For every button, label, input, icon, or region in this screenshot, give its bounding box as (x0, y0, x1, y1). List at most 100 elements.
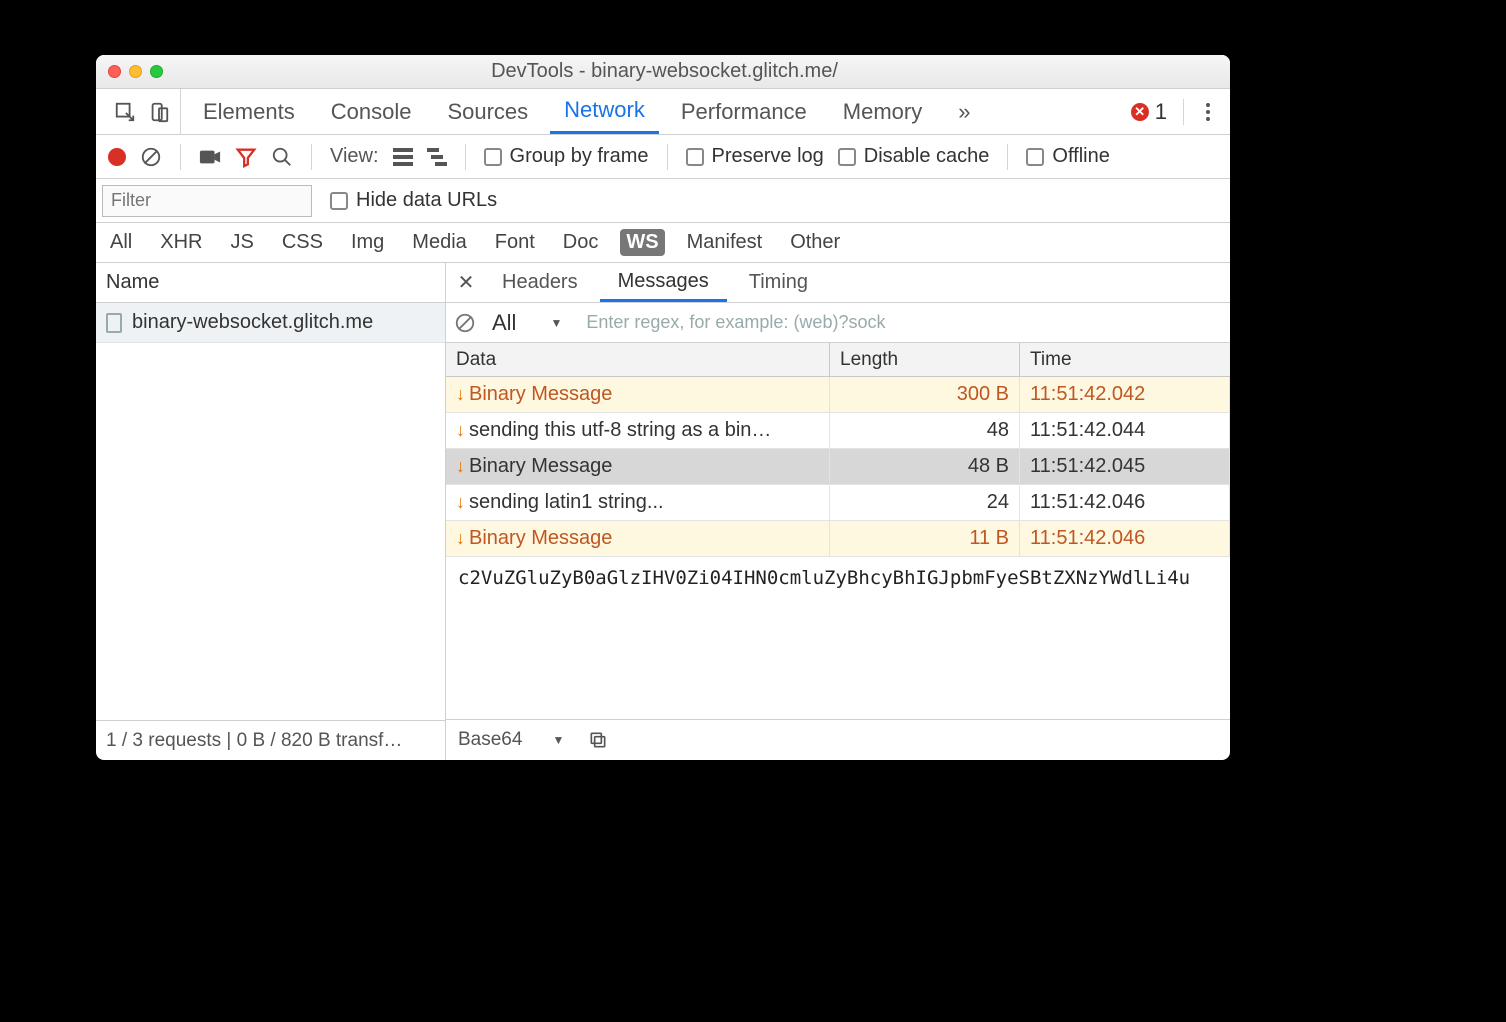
message-type-select[interactable]: All ▼ (484, 310, 570, 336)
hide-data-urls-checkbox[interactable]: Hide data URLs (330, 189, 497, 212)
window-controls (108, 65, 163, 78)
network-toolbar: View: Group by frame Preserve log Disabl… (96, 135, 1230, 179)
settings-menu-icon[interactable] (1198, 97, 1218, 127)
error-count-value: 1 (1155, 99, 1167, 125)
camera-icon[interactable] (199, 148, 221, 166)
group-by-frame-checkbox[interactable]: Group by frame (484, 145, 649, 168)
message-time: 11:51:42.044 (1020, 413, 1230, 448)
message-row[interactable]: ↓sending this utf-8 string as a bin… 4811… (446, 413, 1230, 449)
type-filter-font[interactable]: Font (489, 229, 541, 256)
col-header-length[interactable]: Length (830, 343, 1020, 376)
encoding-bar: Base64 ▼ (446, 720, 1230, 760)
arrow-down-icon: ↓ (456, 492, 465, 513)
message-length: 48 (830, 413, 1020, 448)
message-length: 11 B (830, 521, 1020, 556)
waterfall-icon[interactable] (427, 148, 447, 166)
tab-memory[interactable]: Memory (829, 89, 936, 134)
name-column-header[interactable]: Name (96, 263, 445, 303)
detail-pane: ✕ Headers Messages Timing All ▼ Data Len… (446, 263, 1230, 760)
type-filter-manifest[interactable]: Manifest (681, 229, 769, 256)
message-time: 11:51:42.046 (1020, 485, 1230, 520)
message-length: 48 B (830, 449, 1020, 484)
message-payload[interactable]: c2VuZGluZyB0aGlzIHV0Zi04IHN0cmluZyBhcyBh… (446, 557, 1230, 720)
subtab-headers[interactable]: Headers (484, 263, 596, 302)
devtools-window: DevTools - binary-websocket.glitch.me/ E… (96, 55, 1230, 760)
message-text: sending latin1 string... (469, 491, 664, 514)
main-tabs-bar: Elements Console Sources Network Perform… (96, 89, 1230, 135)
tab-sources[interactable]: Sources (433, 89, 542, 134)
subtab-messages[interactable]: Messages (600, 263, 727, 302)
disable-cache-checkbox[interactable]: Disable cache (838, 145, 990, 168)
window-title: DevTools - binary-websocket.glitch.me/ (163, 60, 1166, 83)
inspect-icon[interactable] (114, 101, 136, 123)
error-icon: ✕ (1131, 103, 1149, 121)
offline-checkbox[interactable]: Offline (1026, 145, 1109, 168)
type-filter-img[interactable]: Img (345, 229, 390, 256)
message-time: 11:51:42.042 (1020, 377, 1230, 412)
tab-network[interactable]: Network (550, 89, 659, 134)
arrow-down-icon: ↓ (456, 528, 465, 549)
filter-icon[interactable] (235, 146, 257, 168)
type-filter-js[interactable]: JS (224, 229, 259, 256)
close-detail-button[interactable]: ✕ (452, 270, 480, 295)
subtab-timing[interactable]: Timing (731, 263, 826, 302)
request-row[interactable]: binary-websocket.glitch.me (96, 303, 445, 343)
type-filter-ws[interactable]: WS (620, 229, 664, 256)
titlebar: DevTools - binary-websocket.glitch.me/ (96, 55, 1230, 89)
message-length: 300 B (830, 377, 1020, 412)
message-row[interactable]: ↓Binary Message 300 B11:51:42.042 (446, 377, 1230, 413)
requests-sidebar: Name binary-websocket.glitch.me 1 / 3 re… (96, 263, 446, 760)
clear-icon[interactable] (140, 146, 162, 168)
type-filter-bar: All XHR JS CSS Img Media Font Doc WS Man… (96, 223, 1230, 263)
error-count[interactable]: ✕ 1 (1123, 99, 1175, 125)
zoom-window-button[interactable] (150, 65, 163, 78)
message-time: 11:51:42.046 (1020, 521, 1230, 556)
close-window-button[interactable] (108, 65, 121, 78)
type-filter-doc[interactable]: Doc (557, 229, 605, 256)
search-icon[interactable] (271, 146, 293, 168)
view-label: View: (330, 145, 379, 168)
large-rows-icon[interactable] (393, 148, 413, 166)
message-row[interactable]: ↓sending latin1 string... 2411:51:42.046 (446, 485, 1230, 521)
type-filter-other[interactable]: Other (784, 229, 846, 256)
tabs-overflow[interactable]: » (944, 89, 984, 134)
filter-bar: Hide data URLs (96, 179, 1230, 223)
detail-subtabs: ✕ Headers Messages Timing (446, 263, 1230, 303)
message-time: 11:51:42.045 (1020, 449, 1230, 484)
request-name: binary-websocket.glitch.me (132, 311, 373, 334)
message-text: Binary Message (469, 455, 612, 478)
tab-console[interactable]: Console (317, 89, 426, 134)
type-filter-css[interactable]: CSS (276, 229, 329, 256)
device-toggle-icon[interactable] (148, 101, 170, 123)
col-header-time[interactable]: Time (1020, 343, 1230, 376)
chevron-down-icon: ▼ (550, 316, 562, 330)
clear-messages-icon[interactable] (454, 312, 476, 334)
col-header-data[interactable]: Data (446, 343, 830, 376)
arrow-down-icon: ↓ (456, 420, 465, 441)
minimize-window-button[interactable] (129, 65, 142, 78)
copy-icon[interactable] (588, 730, 608, 750)
regex-input[interactable] (578, 308, 1222, 338)
status-bar: 1 / 3 requests | 0 B / 820 B transf… (96, 720, 445, 760)
chevron-down-icon: ▼ (552, 733, 564, 747)
tab-performance[interactable]: Performance (667, 89, 821, 134)
filter-input[interactable] (102, 185, 312, 217)
type-filter-media[interactable]: Media (406, 229, 472, 256)
type-filter-xhr[interactable]: XHR (154, 229, 208, 256)
type-filter-all[interactable]: All (104, 229, 138, 256)
arrow-down-icon: ↓ (456, 456, 465, 477)
message-row[interactable]: ↓Binary Message11 B11:51:42.046 (446, 521, 1230, 557)
encoding-select[interactable]: Base64 ▼ (458, 729, 564, 751)
messages-filter-bar: All ▼ (446, 303, 1230, 343)
messages-header-row: Data Length Time (446, 343, 1230, 377)
page-icon (106, 313, 122, 333)
record-button[interactable] (108, 148, 126, 166)
message-text: sending this utf-8 string as a bin… (469, 419, 771, 442)
message-row[interactable]: ↓Binary Message 48 B11:51:42.045 (446, 449, 1230, 485)
preserve-log-checkbox[interactable]: Preserve log (686, 145, 824, 168)
arrow-down-icon: ↓ (456, 384, 465, 405)
tab-elements[interactable]: Elements (189, 89, 309, 134)
messages-list: ↓Binary Message300 B11:51:42.042↓sending… (446, 377, 1230, 557)
message-text: Binary Message (469, 383, 612, 406)
message-length: 24 (830, 485, 1020, 520)
